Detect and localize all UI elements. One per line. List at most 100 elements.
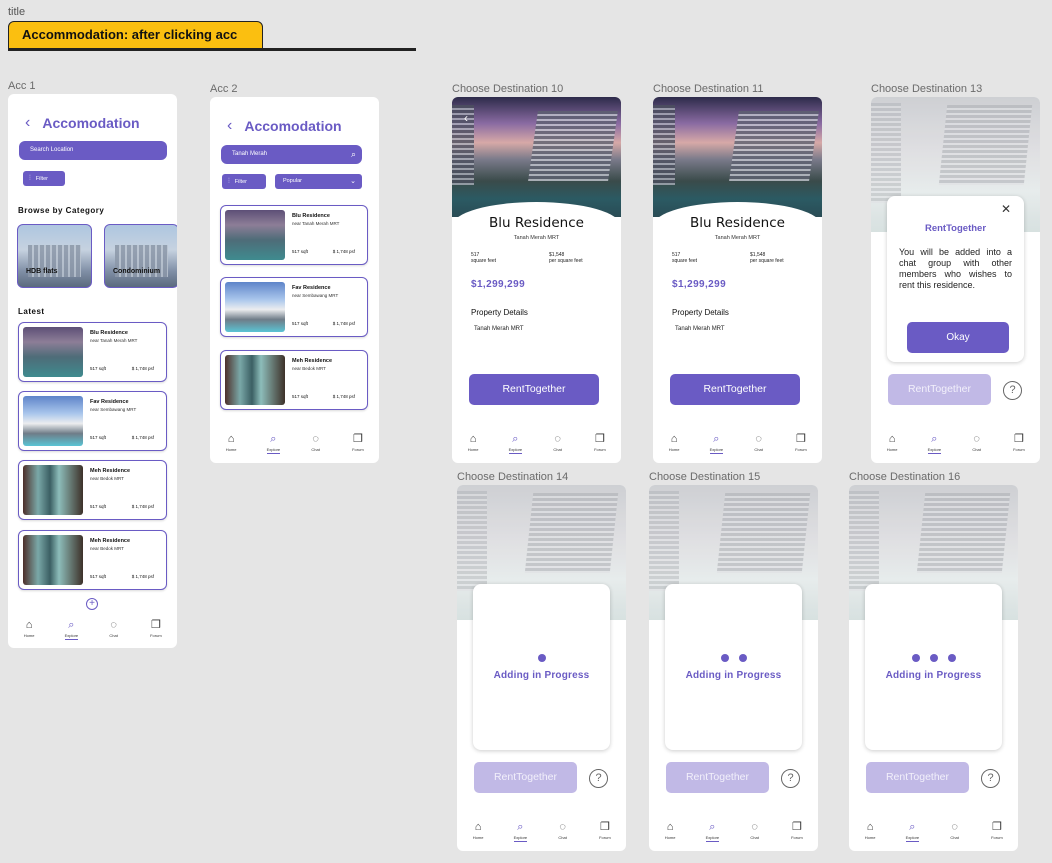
nav-home[interactable]: ⌂ Home (463, 821, 493, 841)
nav-forum[interactable]: ❐ Forum (585, 433, 615, 453)
list-item[interactable]: Blu Residence near Tanah Merah MRT 517 s… (18, 322, 167, 382)
rent-together-button[interactable]: RentTogether (670, 374, 800, 405)
property-details-heading: Property Details (672, 308, 729, 317)
list-item[interactable]: Fav Residence near Sembawang MRT 517 sqf… (220, 277, 368, 337)
nav-chat[interactable]: ◌ Chat (548, 821, 578, 841)
nav-label: Explore (266, 447, 281, 454)
back-icon[interactable]: ‹ (227, 117, 232, 135)
nav-home[interactable]: ⌂ Home (216, 433, 246, 453)
list-item[interactable]: Blu Residence near Tanah Merah MRT 517 s… (220, 205, 368, 265)
nav-explore[interactable]: ⌕ Explore (505, 821, 535, 842)
nav-label: Chat (950, 835, 959, 840)
filter-button[interactable]: ⫶ Filter (222, 174, 266, 189)
rent-together-button[interactable]: RentTogether (888, 374, 991, 405)
help-icon[interactable]: ? (781, 769, 800, 788)
home-icon: ⌂ (25, 619, 33, 631)
nav-chat[interactable]: ◌ Chat (744, 433, 774, 453)
nav-home[interactable]: ⌂ Home (14, 619, 44, 639)
rent-together-button[interactable]: RentTogether (866, 762, 969, 793)
bottom-nav: ⌂ Home ⌕ Explore ◌ Chat ❐ Forum (457, 821, 626, 842)
nav-home[interactable]: ⌂ Home (655, 821, 685, 841)
nav-explore[interactable]: ⌕ Explore (697, 821, 727, 842)
nav-forum[interactable]: ❐ Forum (141, 619, 171, 639)
help-icon[interactable]: ? (981, 769, 1000, 788)
rent-together-button[interactable]: RentTogether (469, 374, 599, 405)
bottom-nav: ⌂ Home ⌕ Explore ◌ Chat ❐ Forum (8, 619, 177, 640)
nav-chat[interactable]: ◌ Chat (962, 433, 992, 453)
area-unit: square feet (672, 258, 698, 264)
nav-explore[interactable]: ⌕ Explore (258, 433, 288, 454)
search-input[interactable]: Search Location (19, 141, 167, 160)
nav-home[interactable]: ⌂ Home (855, 821, 885, 841)
back-icon[interactable]: ‹ (464, 111, 468, 125)
list-item[interactable]: Meh Residence near Bedok MRT 517 sqft $ … (220, 350, 368, 410)
category-card-hdb[interactable]: HDB flats (17, 224, 92, 288)
nav-chat[interactable]: ◌ Chat (543, 433, 573, 453)
sort-select[interactable]: Popular ⌄ (275, 174, 362, 189)
search-input[interactable]: Tanah Merah ⌕ (221, 145, 362, 164)
nav-explore[interactable]: ⌕ Explore (919, 433, 949, 454)
rent-together-dialog: ✕ RentTogether You will be added into a … (887, 196, 1024, 362)
nav-chat[interactable]: ◌ Chat (740, 821, 770, 841)
nav-label: Home (467, 447, 479, 452)
home-icon: ⌂ (670, 433, 678, 445)
search-icon[interactable]: ⌕ (351, 145, 356, 164)
listing-name: Fav Residence (90, 399, 129, 405)
nav-home[interactable]: ⌂ Home (877, 433, 907, 453)
listing-near: near Sembawang MRT (292, 293, 339, 298)
home-icon: ⌂ (888, 433, 896, 445)
nav-label: Forum (991, 835, 1003, 840)
add-icon[interactable]: + (86, 598, 98, 610)
okay-button[interactable]: Okay (907, 322, 1009, 353)
filter-label: Filter (35, 176, 48, 182)
progress-text: Adding in Progress (685, 670, 782, 681)
nav-chat[interactable]: ◌ Chat (940, 821, 970, 841)
nav-explore[interactable]: ⌕ Explore (897, 821, 927, 842)
progress-dots (665, 654, 802, 662)
close-icon[interactable]: ✕ (1001, 202, 1011, 216)
list-item[interactable]: Meh Residence near Bedok MRT 517 sqft $ … (18, 530, 167, 590)
progress-dot (911, 654, 920, 662)
progress-dialog: Adding in Progress (665, 584, 802, 750)
back-icon[interactable]: ‹ (25, 114, 30, 132)
nav-forum[interactable]: ❐ Forum (786, 433, 816, 453)
filter-label: Filter (234, 179, 247, 185)
area-stat: 517 square feet (672, 252, 697, 264)
filter-button[interactable]: ⫶ Filter (23, 171, 65, 186)
nav-explore[interactable]: ⌕ Explore (701, 433, 731, 454)
nav-forum[interactable]: ❐ Forum (590, 821, 620, 841)
nav-explore[interactable]: ⌕ Explore (500, 433, 530, 454)
chat-icon: ◌ (110, 619, 117, 631)
nav-label: Explore (513, 835, 528, 842)
nav-forum[interactable]: ❐ Forum (982, 821, 1012, 841)
area-unit: square feet (471, 258, 497, 264)
category-card-condo[interactable]: Condominium (104, 224, 177, 288)
frame-label-d13: Choose Destination 13 (871, 83, 983, 95)
help-icon[interactable]: ? (589, 769, 608, 788)
nav-label: Chat (754, 447, 763, 452)
nav-chat[interactable]: ◌ Chat (301, 433, 331, 453)
help-icon[interactable]: ? (1003, 381, 1022, 400)
hero-image (653, 97, 822, 217)
nav-forum[interactable]: ❐ Forum (782, 821, 812, 841)
progress-dots (473, 654, 610, 662)
nav-label: Explore (508, 447, 523, 454)
acc1-frame: ‹ Accomodation Search Location ⫶ Filter B… (8, 94, 177, 648)
nav-explore[interactable]: ⌕ Explore (56, 619, 86, 640)
destination-13-frame: ✕ RentTogether You will be added into a … (871, 97, 1040, 463)
nav-forum[interactable]: ❐ Forum (343, 433, 373, 453)
rent-together-button[interactable]: RentTogether (666, 762, 769, 793)
nav-label: Chat (553, 447, 562, 452)
nav-label: Forum (594, 447, 606, 452)
list-item[interactable]: Meh Residence near Bedok MRT 517 sqft $ … (18, 460, 167, 520)
nav-forum[interactable]: ❐ Forum (1004, 433, 1034, 453)
nav-home[interactable]: ⌂ Home (458, 433, 488, 453)
rent-together-button[interactable]: RentTogether (474, 762, 577, 793)
listing-sqft: 517 sqft (90, 574, 107, 579)
nav-home[interactable]: ⌂ Home (659, 433, 689, 453)
listing-price: $ 1,748 psf (131, 435, 154, 440)
sort-label: Popular (283, 178, 302, 184)
nav-chat[interactable]: ◌ Chat (99, 619, 129, 639)
list-item[interactable]: Fav Residence near Sembawang MRT 517 sqf… (18, 391, 167, 451)
acc2-frame: ‹ Accomodation Tanah Merah ⌕ ⫶ Filter Pop… (210, 97, 379, 463)
